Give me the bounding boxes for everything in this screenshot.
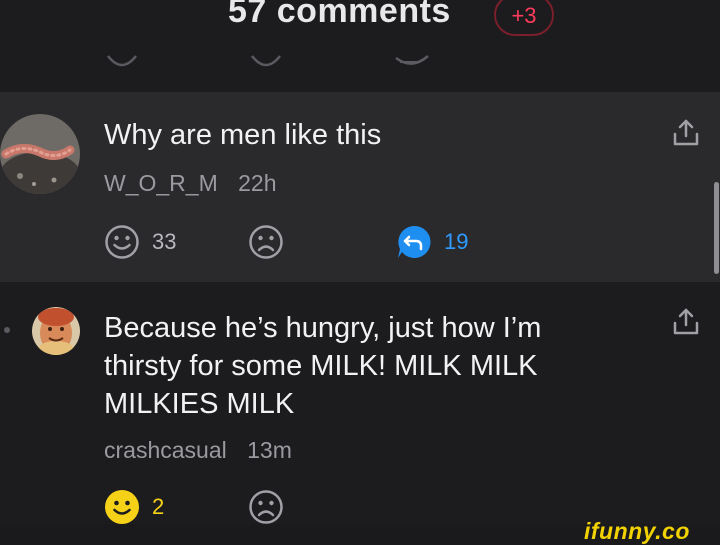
share-icon[interactable] <box>672 118 700 148</box>
comment-username[interactable]: W_O_R_M <box>104 170 218 196</box>
frown-button[interactable] <box>248 489 284 525</box>
comment-item[interactable]: Because he’s hungry, just how I’m thirst… <box>0 283 720 545</box>
comment-time: 22h <box>238 170 277 196</box>
new-comments-badge[interactable]: +3 <box>494 0 554 36</box>
comment-text: Because he’s hungry, just how I’m thirst… <box>104 309 644 423</box>
reply-count: 19 <box>444 229 469 254</box>
comment-text-line: Because he’s hungry, just how I’m <box>104 312 542 344</box>
comment-text-line: thirsty for some MILK! MILK MILK <box>104 350 538 382</box>
worm-avatar-image <box>0 114 80 194</box>
comment-username[interactable]: crashcasual <box>104 437 227 463</box>
reply-icon <box>398 225 431 258</box>
smile-button[interactable]: 33 <box>104 224 176 260</box>
thread-dot <box>4 327 10 333</box>
avatar[interactable] <box>0 114 80 194</box>
comment-meta: crashcasual 13m <box>104 437 292 464</box>
comment-time: 13m <box>247 437 292 463</box>
smile-icon <box>107 55 137 67</box>
reply-icon <box>395 55 429 65</box>
frown-button[interactable] <box>248 224 284 260</box>
comment-meta: W_O_R_M 22h <box>104 170 277 197</box>
smile-count: 2 <box>152 494 165 519</box>
frown-icon <box>249 225 283 259</box>
scrollbar[interactable] <box>714 182 719 274</box>
smile-icon <box>105 490 139 524</box>
ifunny-watermark: ifunny.co <box>584 518 690 544</box>
smile-icon <box>105 225 139 259</box>
reply-button[interactable]: 19 <box>396 224 468 260</box>
avatar[interactable] <box>32 307 80 355</box>
frown-icon <box>249 490 283 524</box>
comments-count-title: 57 comments <box>228 0 451 30</box>
frown-icon <box>251 55 281 67</box>
hotdog-avatar-image <box>32 307 80 355</box>
comment-text: Why are men like this <box>104 119 382 151</box>
share-icon[interactable] <box>672 307 700 337</box>
comment-text-line: MILKIES MILK <box>104 388 295 420</box>
smile-button[interactable]: 2 <box>104 489 164 525</box>
comments-header: 57 comments +3 <box>0 0 720 90</box>
smile-count: 33 <box>152 229 177 254</box>
comment-item[interactable]: Why are men like this W_O_R_M 22h 33 19 <box>0 92 720 282</box>
